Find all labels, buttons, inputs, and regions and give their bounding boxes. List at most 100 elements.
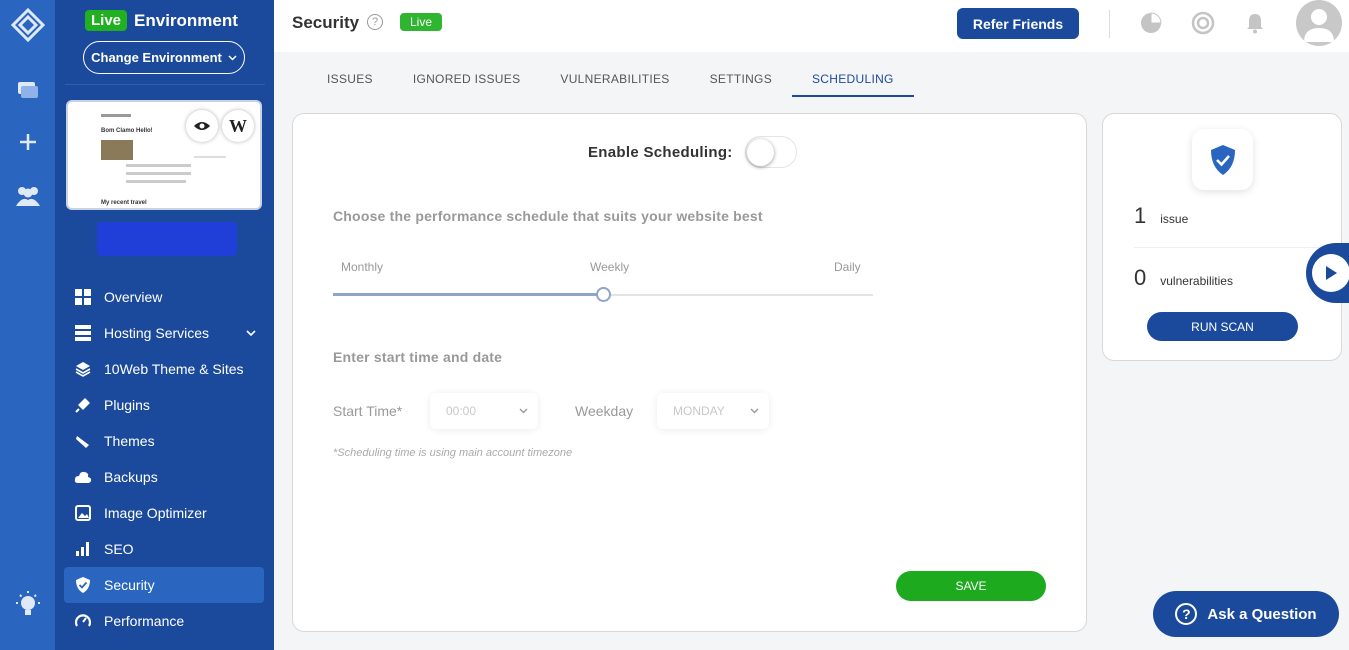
sidebar-item-label: Security <box>104 577 155 593</box>
sidebar-menu: Overview Hosting Services 10Web Theme & … <box>64 279 264 639</box>
slider-label-daily: Daily <box>834 260 861 274</box>
play-icon[interactable] <box>1312 254 1349 292</box>
start-time-value: 00:00 <box>446 404 477 418</box>
brush-icon <box>74 433 92 449</box>
sidebar-item-label: Overview <box>104 289 163 305</box>
bar-chart-icon <box>74 542 92 556</box>
sidebar-item-plugins[interactable]: Plugins <box>64 387 264 423</box>
weekday-select[interactable]: MONDAY <box>657 393 769 429</box>
tab-issues[interactable]: ISSUES <box>307 62 393 97</box>
refer-friends-button[interactable]: Refer Friends <box>957 8 1079 39</box>
vulnerabilities-count: 0 <box>1134 265 1147 290</box>
question-icon: ? <box>1175 603 1198 625</box>
sidebar-item-backups[interactable]: Backups <box>64 459 264 495</box>
sidebar-item-label: Performance <box>104 613 185 629</box>
tab-settings[interactable]: SETTINGS <box>690 62 792 97</box>
eye-icon[interactable] <box>186 110 218 142</box>
shield-icon <box>74 577 92 593</box>
sidebar-item-seo[interactable]: SEO <box>64 531 264 567</box>
preview-footer: My recent travel <box>101 200 147 206</box>
tab-ignored-issues[interactable]: IGNORED ISSUES <box>393 62 541 97</box>
tab-vulnerabilities[interactable]: VULNERABILITIES <box>540 62 689 97</box>
chevron-down-icon <box>228 54 237 61</box>
sidebar-item-label: 10Web Theme & Sites <box>104 361 244 377</box>
divider <box>1134 247 1343 248</box>
windows-icon[interactable] <box>0 80 55 100</box>
lightbulb-icon[interactable] <box>0 590 55 620</box>
change-environment-label: Change Environment <box>91 50 222 65</box>
weekday-value: MONDAY <box>673 404 725 418</box>
gauge-icon <box>74 613 92 629</box>
sidebar-item-label: Backups <box>104 469 158 485</box>
sidebar-item-themes[interactable]: Themes <box>64 423 264 459</box>
pie-chart-icon[interactable] <box>1138 10 1164 36</box>
slider-fill <box>333 293 603 296</box>
server-icon <box>74 325 92 341</box>
preview-heading: Bom Clamo Hello! <box>101 128 153 134</box>
image-icon <box>74 505 92 521</box>
logo-icon[interactable] <box>0 8 55 42</box>
sidebar-item-overview[interactable]: Overview <box>64 279 264 315</box>
scheduling-card: Enable Scheduling: Choose the performanc… <box>292 113 1087 632</box>
vulnerabilities-label: vulnerabilities <box>1160 274 1233 288</box>
page-title: Security <box>292 13 360 32</box>
slider-label-weekly: Weekly <box>590 260 630 274</box>
sidebar-item-performance[interactable]: Performance <box>64 603 264 639</box>
avatar[interactable] <box>1296 0 1342 46</box>
sidebar-item-label: Plugins <box>104 397 150 413</box>
save-button[interactable]: SAVE <box>896 571 1046 601</box>
issues-label: issue <box>1160 212 1189 226</box>
start-time-label: Start Time* <box>333 403 403 419</box>
help-icon[interactable]: ? <box>367 14 383 30</box>
start-heading: Enter start time and date <box>333 349 503 365</box>
toggle-knob <box>746 139 774 166</box>
chevron-down-icon[interactable] <box>246 329 256 337</box>
team-icon[interactable] <box>0 184 55 208</box>
site-name-link[interactable] <box>97 222 237 256</box>
change-environment-button[interactable]: Change Environment <box>83 41 245 74</box>
schedule-heading: Choose the performance schedule that sui… <box>333 208 763 224</box>
enable-scheduling-row: Enable Scheduling: <box>588 136 797 168</box>
sidebar-item-security[interactable]: Security <box>64 567 264 603</box>
sidebar: Live Environment Change Environment Bom … <box>55 0 274 650</box>
divider <box>1109 10 1110 38</box>
sidebar-item-hosting-services[interactable]: Hosting Services <box>64 315 264 351</box>
sidebar-item-10web-theme-sites[interactable]: 10Web Theme & Sites <box>64 351 264 387</box>
shield-check-icon <box>1192 129 1253 190</box>
frequency-slider[interactable] <box>333 287 873 302</box>
sidebar-item-image-optimizer[interactable]: Image Optimizer <box>64 495 264 531</box>
site-preview[interactable]: Bom Clamo Hello! My recent travel W <box>66 100 262 210</box>
start-time-select[interactable]: 00:00 <box>430 393 538 429</box>
sidebar-item-label: Image Optimizer <box>104 505 207 521</box>
enable-scheduling-label: Enable Scheduling: <box>588 143 733 161</box>
sidebar-item-label: Themes <box>104 433 155 449</box>
plus-icon[interactable] <box>0 132 55 152</box>
slider-handle[interactable] <box>596 287 611 302</box>
tab-bar: ISSUES IGNORED ISSUES VULNERABILITIES SE… <box>307 62 914 97</box>
bell-icon[interactable] <box>1242 10 1268 36</box>
grid-icon <box>74 289 92 305</box>
ask-question-button[interactable]: ? Ask a Question <box>1153 591 1339 637</box>
security-summary-card: 1 issue 0 vulnerabilities RUN SCAN <box>1102 113 1343 361</box>
speed-icon[interactable] <box>1190 10 1216 36</box>
weekday-label: Weekday <box>575 403 634 419</box>
run-scan-button[interactable]: RUN SCAN <box>1147 312 1298 341</box>
issues-summary: 1 issue <box>1134 203 1188 229</box>
issues-count: 1 <box>1134 203 1147 228</box>
cloud-upload-icon <box>74 470 92 484</box>
enable-scheduling-toggle[interactable] <box>744 136 797 168</box>
ask-question-label: Ask a Question <box>1207 605 1317 623</box>
icon-rail <box>0 0 55 650</box>
vulnerabilities-summary: 0 vulnerabilities <box>1134 265 1233 291</box>
plug-icon <box>74 397 92 413</box>
chevron-down-icon <box>750 408 759 414</box>
tab-scheduling[interactable]: SCHEDULING <box>792 62 914 97</box>
timezone-note: *Scheduling time is using main account t… <box>333 447 573 459</box>
top-bar: Security ? Live Refer Friends <box>274 0 1349 52</box>
chevron-down-icon <box>519 408 528 414</box>
sidebar-item-label: Hosting Services <box>104 325 210 341</box>
slider-label-monthly: Monthly <box>341 260 384 274</box>
divider <box>65 84 265 85</box>
wordpress-icon[interactable]: W <box>222 110 254 142</box>
status-badge: Live <box>400 13 443 31</box>
